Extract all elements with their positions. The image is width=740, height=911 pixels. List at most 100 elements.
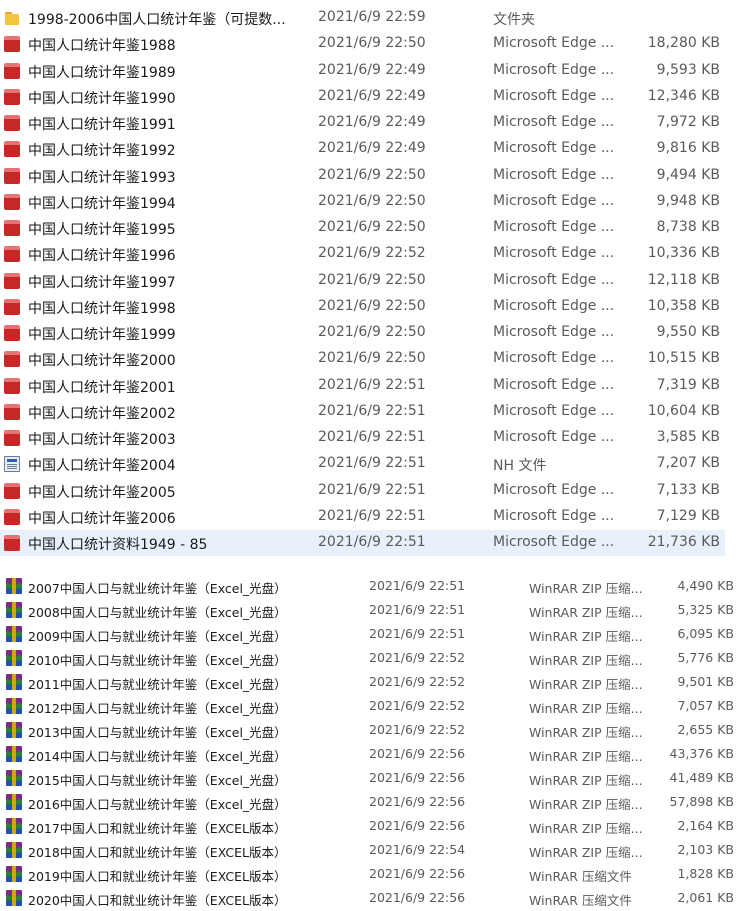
file-type: WinRAR ZIP 压缩... xyxy=(529,677,643,692)
file-size: 10,515 KB xyxy=(647,350,720,367)
winrar-icon xyxy=(6,818,22,834)
pdf-icon xyxy=(4,141,20,158)
file-type: WinRAR ZIP 压缩... xyxy=(529,605,643,620)
file-type: WinRAR ZIP 压缩... xyxy=(529,653,643,668)
file-row[interactable]: 2008中国人口与就业统计年鉴（Excel_光盘） 2021/6/9 22:51 W… xyxy=(0,598,740,622)
file-type: Microsoft Edge ... xyxy=(493,402,615,419)
file-size: 12,346 KB xyxy=(647,87,720,104)
file-row[interactable]: 2020中国人口和就业统计年鉴（EXCEL版本） 2021/6/9 22:56 Wi… xyxy=(0,886,740,910)
pdf-icon xyxy=(4,272,20,289)
pdf-icon xyxy=(4,36,20,53)
file-size: 10,604 KB xyxy=(647,402,720,419)
file-row[interactable]: 中国人口统计年鉴1999 2021/6/9 22:50 Microsoft Edge… xyxy=(0,320,725,346)
pdf-icon xyxy=(4,88,20,105)
file-name: 2010中国人口与就业统计年鉴（Excel_光盘） xyxy=(28,653,287,668)
file-row[interactable]: 2018中国人口和就业统计年鉴（EXCEL版本） 2021/6/9 22:54 Wi… xyxy=(0,838,740,862)
file-row[interactable]: 中国人口统计年鉴2006 2021/6/9 22:51 Microsoft Edge… xyxy=(0,504,725,530)
winrar-icon xyxy=(6,698,22,714)
file-name: 中国人口统计年鉴1992 xyxy=(28,143,176,160)
file-row[interactable]: 中国人口统计年鉴1990 2021/6/9 22:49 Microsoft Edge… xyxy=(0,84,725,110)
file-row[interactable]: 中国人口统计年鉴2004 2021/6/9 22:51 NH 文件 7,207 KB xyxy=(0,451,725,477)
file-row[interactable]: 2011中国人口与就业统计年鉴（Excel_光盘） 2021/6/9 22:52 W… xyxy=(0,670,740,694)
winrar-icon xyxy=(6,578,22,594)
file-row[interactable]: 2012中国人口与就业统计年鉴（Excel_光盘） 2021/6/9 22:52 W… xyxy=(0,694,740,718)
winrar-icon xyxy=(6,794,22,810)
file-row[interactable]: 中国人口统计年鉴2001 2021/6/9 22:51 Microsoft Edge… xyxy=(0,373,725,399)
file-type: WinRAR ZIP 压缩... xyxy=(529,581,643,596)
file-size: 9,494 KB xyxy=(656,166,720,183)
file-size: 8,738 KB xyxy=(656,219,720,235)
file-type: WinRAR 压缩文件 xyxy=(529,893,632,908)
file-type: WinRAR 压缩文件 xyxy=(529,869,632,884)
file-name: 2018中国人口和就业统计年鉴（EXCEL版本） xyxy=(28,845,287,860)
file-name: 1998-2006中国人口统计年鉴（可提数... xyxy=(28,12,286,28)
file-date: 2021/6/9 22:52 xyxy=(369,722,466,737)
file-list-upper: 1998-2006中国人口统计年鉴（可提数... 2021/6/9 22:59 文件… xyxy=(0,5,740,557)
file-row[interactable]: 中国人口统计年鉴2002 2021/6/9 22:51 Microsoft Edge… xyxy=(0,399,725,425)
pdf-icon xyxy=(4,325,20,341)
file-row[interactable]: 2009中国人口与就业统计年鉴（Excel_光盘） 2021/6/9 22:51 W… xyxy=(0,622,740,646)
file-row[interactable]: 2016中国人口与就业统计年鉴（Excel_光盘） 2021/6/9 22:56 W… xyxy=(0,790,740,814)
file-row[interactable]: 中国人口统计年鉴1996 2021/6/9 22:52 Microsoft Edge… xyxy=(0,241,725,267)
file-type: Microsoft Edge ... xyxy=(493,350,615,367)
file-date: 2021/6/9 22:50 xyxy=(318,324,426,340)
file-size: 10,336 KB xyxy=(647,245,720,262)
file-row[interactable]: 2019中国人口和就业统计年鉴（EXCEL版本） 2021/6/9 22:56 Wi… xyxy=(0,862,740,886)
file-row[interactable]: 2007中国人口与就业统计年鉴（Excel_光盘） 2021/6/9 22:51 W… xyxy=(0,574,740,598)
file-name: 中国人口统计年鉴1999 xyxy=(28,327,176,343)
file-type: Microsoft Edge ... xyxy=(493,192,615,209)
file-name: 中国人口统计年鉴1998 xyxy=(28,300,176,317)
file-size: 9,948 KB xyxy=(656,192,720,209)
pdf-icon xyxy=(4,298,20,315)
file-type: Microsoft Edge ... xyxy=(493,324,615,340)
file-size: 5,776 KB xyxy=(677,650,734,665)
file-row[interactable]: 中国人口统计年鉴1991 2021/6/9 22:49 Microsoft Edge… xyxy=(0,110,725,136)
file-row[interactable]: 中国人口统计年鉴1994 2021/6/9 22:50 Microsoft Edge… xyxy=(0,189,725,215)
file-name: 中国人口统计年鉴1995 xyxy=(28,222,176,238)
file-row[interactable]: 中国人口统计年鉴2003 2021/6/9 22:51 Microsoft Edge… xyxy=(0,425,725,451)
file-size: 7,319 KB xyxy=(656,376,720,393)
file-row[interactable]: 2010中国人口与就业统计年鉴（Excel_光盘） 2021/6/9 22:52 W… xyxy=(0,646,740,670)
file-row-selected[interactable]: 中国人口统计资料1949 - 85 2021/6/9 22:51 Microsoft… xyxy=(0,530,725,557)
file-name: 2012中国人口与就业统计年鉴（Excel_光盘） xyxy=(28,701,287,716)
file-row[interactable]: 中国人口统计年鉴2005 2021/6/9 22:51 Microsoft Edge… xyxy=(0,478,725,504)
file-row[interactable]: 中国人口统计年鉴1989 2021/6/9 22:49 Microsoft Edge… xyxy=(0,58,725,84)
file-date: 2021/6/9 22:51 xyxy=(318,534,426,550)
file-row[interactable]: 2017中国人口和就业统计年鉴（EXCEL版本） 2021/6/9 22:56 Wi… xyxy=(0,814,740,838)
file-size: 9,816 KB xyxy=(656,140,720,157)
pdf-icon xyxy=(4,167,20,184)
file-row[interactable]: 中国人口统计年鉴2000 2021/6/9 22:50 Microsoft Edge… xyxy=(0,346,725,372)
pdf-icon xyxy=(4,62,20,79)
file-row[interactable]: 1998-2006中国人口统计年鉴（可提数... 2021/6/9 22:59 文件… xyxy=(0,5,725,31)
file-row[interactable]: 中国人口统计年鉴1997 2021/6/9 22:50 Microsoft Edge… xyxy=(0,268,725,294)
winrar-icon xyxy=(6,866,22,882)
file-size: 9,501 KB xyxy=(677,674,734,689)
file-date: 2021/6/9 22:51 xyxy=(318,429,426,445)
file-row[interactable]: 中国人口统计年鉴1992 2021/6/9 22:49 Microsoft Edge… xyxy=(0,136,725,162)
file-name: 中国人口统计年鉴1990 xyxy=(28,90,176,107)
file-name: 中国人口统计年鉴2001 xyxy=(28,379,176,396)
winrar-icon xyxy=(6,674,22,690)
file-name: 2014中国人口与就业统计年鉴（Excel_光盘） xyxy=(28,749,287,764)
file-date: 2021/6/9 22:50 xyxy=(318,271,426,288)
file-name: 2015中国人口与就业统计年鉴（Excel_光盘） xyxy=(28,773,287,788)
file-row[interactable]: 中国人口统计年鉴1995 2021/6/9 22:50 Microsoft Edge… xyxy=(0,215,725,241)
file-type: Microsoft Edge ... xyxy=(493,429,615,445)
file-size: 18,280 KB xyxy=(647,35,720,52)
file-size: 2,103 KB xyxy=(677,842,734,857)
file-type: WinRAR ZIP 压缩... xyxy=(529,845,643,860)
file-type: WinRAR ZIP 压缩... xyxy=(529,797,643,812)
file-row[interactable]: 2015中国人口与就业统计年鉴（Excel_光盘） 2021/6/9 22:56 W… xyxy=(0,766,740,790)
pdf-icon xyxy=(4,482,20,499)
file-row[interactable]: 中国人口统计年鉴1988 2021/6/9 22:50 Microsoft Edge… xyxy=(0,31,725,57)
file-row[interactable]: 中国人口统计年鉴1998 2021/6/9 22:50 Microsoft Edge… xyxy=(0,294,725,320)
file-row[interactable]: 2014中国人口与就业统计年鉴（Excel_光盘） 2021/6/9 22:56 W… xyxy=(0,742,740,766)
file-name: 2016中国人口与就业统计年鉴（Excel_光盘） xyxy=(28,797,287,812)
file-row[interactable]: 2013中国人口与就业统计年鉴（Excel_光盘） 2021/6/9 22:52 W… xyxy=(0,718,740,742)
file-size: 7,057 KB xyxy=(677,698,734,713)
file-name: 中国人口统计年鉴1996 xyxy=(28,248,176,265)
file-type: Microsoft Edge ... xyxy=(493,245,615,262)
file-row[interactable]: 中国人口统计年鉴1993 2021/6/9 22:50 Microsoft Edge… xyxy=(0,163,725,189)
file-type: WinRAR ZIP 压缩... xyxy=(529,821,643,836)
file-date: 2021/6/9 22:49 xyxy=(318,87,426,104)
